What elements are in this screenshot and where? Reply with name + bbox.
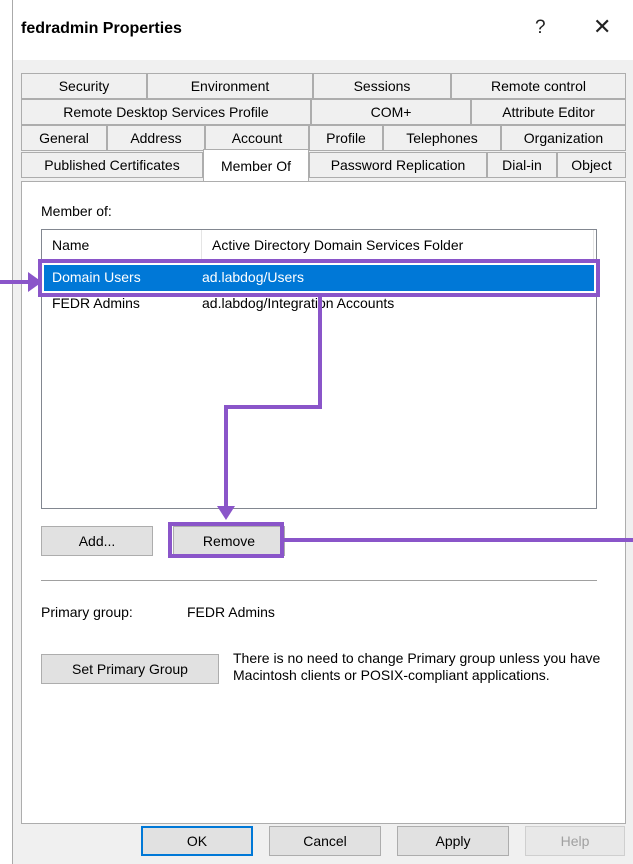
list-row-fedr-admins[interactable]: FEDR Admins ad.labdog/Integration Accoun… [44,291,594,317]
tab-label: Password Replication [330,157,466,173]
tab-label: Sessions [353,78,411,94]
tab-address[interactable]: Address [107,125,205,151]
help-button[interactable]: Help [525,826,625,856]
member-of-label: Member of: [41,203,112,219]
row-folder: ad.labdog/Integration Accounts [202,295,395,311]
title-bar: fedradmin Properties ? ✕ [13,0,633,60]
tab-label: Address [130,130,182,146]
row-name: Domain Users [52,269,141,285]
tab-remote-control[interactable]: Remote control [451,73,626,99]
window-title: fedradmin Properties [21,20,182,37]
tab-label: COM+ [370,104,412,120]
tab-sessions[interactable]: Sessions [313,73,451,99]
primary-group-value: FEDR Admins [187,604,275,620]
tab-member-of[interactable]: Member Of [203,149,309,181]
tab-label: Organization [523,130,604,146]
column-header-folder[interactable]: Active Directory Domain Services Folder [202,230,594,260]
separator [41,580,597,581]
close-icon[interactable]: ✕ [593,14,611,40]
tab-label: Attribute Editor [502,104,595,120]
tab-environment[interactable]: Environment [147,73,313,99]
tab-label: Published Certificates [44,157,180,173]
tab-object[interactable]: Object [557,152,626,178]
tab-general[interactable]: General [21,125,107,151]
tab-com-plus[interactable]: COM+ [311,99,471,125]
tab-telephones[interactable]: Telephones [383,125,501,151]
primary-group-label: Primary group: [41,604,133,620]
help-icon[interactable]: ? [535,17,546,39]
tab-label: Telephones [406,130,478,146]
row-name: FEDR Admins [52,295,140,311]
tab-dial-in[interactable]: Dial-in [487,152,557,178]
column-header-name[interactable]: Name [42,230,202,260]
apply-button[interactable]: Apply [397,826,509,856]
set-primary-group-button[interactable]: Set Primary Group [41,654,219,684]
tab-account[interactable]: Account [205,125,309,151]
tab-remote-desktop-services-profile[interactable]: Remote Desktop Services Profile [21,99,311,125]
tab-label: Security [58,78,110,94]
tab-label: Account [231,130,283,146]
tab-attribute-editor[interactable]: Attribute Editor [471,99,626,125]
tab-organization[interactable]: Organization [501,125,626,151]
add-button[interactable]: Add... [41,526,153,556]
tab-password-replication[interactable]: Password Replication [309,152,487,178]
primary-group-note: There is no need to change Primary group… [233,650,601,683]
row-folder: ad.labdog/Users [202,269,304,285]
tab-label: Dial-in [502,157,542,173]
list-header: Name Active Directory Domain Services Fo… [42,230,596,260]
tab-profile[interactable]: Profile [309,125,383,151]
remove-button[interactable]: Remove [173,526,285,556]
tab-label: Profile [326,130,366,146]
tab-label: Member Of [220,157,291,174]
tab-label: Environment [190,78,270,94]
cancel-button[interactable]: Cancel [269,826,381,856]
tab-security[interactable]: Security [21,73,147,99]
tab-published-certificates[interactable]: Published Certificates [21,152,203,178]
properties-dialog: fedradmin Properties ? ✕ Security Enviro… [12,0,633,864]
tab-label: Object [571,157,612,173]
tab-label: Remote Desktop Services Profile [63,104,269,120]
ok-button[interactable]: OK [141,826,253,856]
list-row-domain-users[interactable]: Domain Users ad.labdog/Users [44,265,594,291]
tab-label: Remote control [491,78,586,94]
tab-label: General [39,130,89,146]
member-of-list[interactable]: Name Active Directory Domain Services Fo… [41,229,597,509]
